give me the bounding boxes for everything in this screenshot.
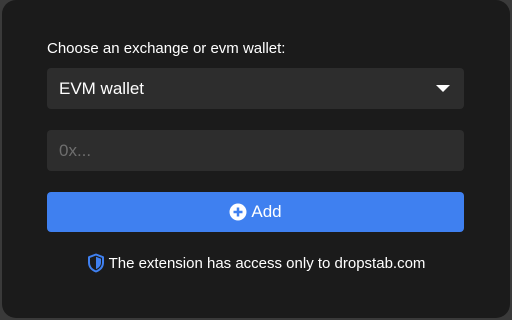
access-notice-text: The extension has access only to dropsta… <box>108 254 426 272</box>
exchange-select-value: EVM wallet <box>59 78 145 98</box>
exchange-select[interactable]: EVM wallet <box>47 68 464 109</box>
wallet-address-input[interactable] <box>47 130 464 171</box>
exchange-select-label: Choose an exchange or evm wallet: <box>47 40 286 57</box>
add-button[interactable]: Add <box>47 192 464 232</box>
wallet-panel: Choose an exchange or evm wallet: EVM wa… <box>2 0 510 318</box>
shield-icon <box>87 253 104 273</box>
caret-down-icon <box>436 85 450 92</box>
plus-circle-icon <box>229 203 247 221</box>
access-notice: The extension has access only to dropsta… <box>2 253 510 273</box>
add-button-label: Add <box>251 202 282 221</box>
